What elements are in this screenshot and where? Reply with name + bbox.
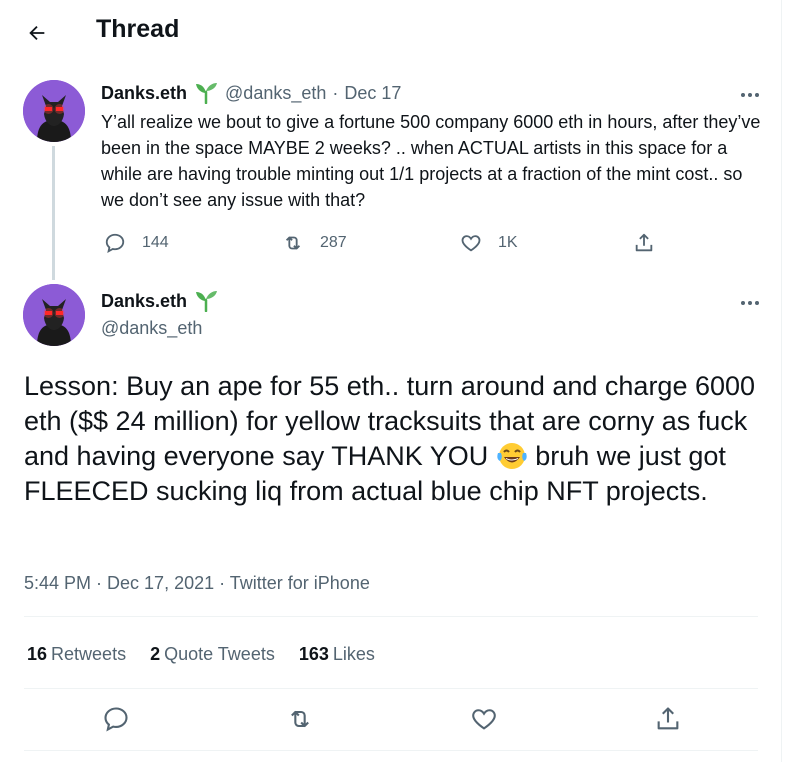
share-icon xyxy=(657,707,679,730)
retweet-button[interactable] xyxy=(285,704,315,734)
like-button[interactable]: 1K xyxy=(460,232,518,254)
avatar-image xyxy=(23,284,85,346)
reply-icon xyxy=(105,233,125,254)
reply-icon xyxy=(104,707,128,732)
like-count: 1K xyxy=(498,234,518,251)
divider xyxy=(24,616,758,617)
retweets-stat[interactable]: 16 Retweets xyxy=(27,644,126,665)
main-tweet-author: Danks.eth xyxy=(101,290,219,312)
share-button[interactable] xyxy=(653,704,683,734)
reply-button[interactable]: 144 xyxy=(104,232,169,254)
tweet-timestamp[interactable]: 5:44 PM · Dec 17, 2021 · Twitter for iPh… xyxy=(24,573,370,594)
more-options-button[interactable] xyxy=(738,294,762,312)
reply-button[interactable] xyxy=(101,704,131,734)
share-icon xyxy=(635,233,653,252)
quote-tweets-label: Quote Tweets xyxy=(164,644,275,664)
likes-stat[interactable]: 163 Likes xyxy=(299,644,375,665)
face-with-tears-of-joy-icon xyxy=(497,443,527,469)
more-dot xyxy=(748,93,752,97)
main-tweet-text: Lesson: Buy an ape for 55 eth.. turn aro… xyxy=(24,369,774,509)
page-title: Thread xyxy=(96,15,180,43)
quote-tweets-count: 2 xyxy=(150,644,161,664)
author-handle[interactable]: @danks_eth xyxy=(225,83,326,104)
more-dot xyxy=(748,301,752,305)
divider xyxy=(24,688,758,689)
tweet-date[interactable]: Dec 17 xyxy=(344,83,401,104)
separator-dot: · xyxy=(332,82,339,103)
heart-icon xyxy=(461,235,481,252)
share-button[interactable] xyxy=(633,232,671,254)
heart-icon xyxy=(472,709,496,730)
more-options-button[interactable] xyxy=(738,86,762,104)
avatar[interactable] xyxy=(23,80,85,142)
more-dot xyxy=(741,301,745,305)
retweets-count: 16 xyxy=(27,644,48,664)
thread-connector-line xyxy=(52,146,55,280)
likes-count: 163 xyxy=(298,644,329,664)
sprout-icon xyxy=(196,291,218,312)
parent-tweet-header: Danks.eth @danks_eth · Dec 17 xyxy=(101,82,401,104)
more-dot xyxy=(755,301,759,305)
author-handle[interactable]: @danks_eth xyxy=(101,318,202,339)
quote-tweets-stat[interactable]: 2 Quote Tweets xyxy=(150,644,275,665)
retweet-button[interactable]: 287 xyxy=(282,232,347,254)
engagement-stats: 16 Retweets 2 Quote Tweets 163 Likes xyxy=(27,644,375,665)
thread-header: Thread xyxy=(0,0,782,64)
arrow-left-icon xyxy=(29,25,45,41)
retweet-icon xyxy=(285,236,301,250)
author-name[interactable]: Danks.eth xyxy=(101,291,187,312)
author-name[interactable]: Danks.eth xyxy=(101,83,187,104)
avatar-image xyxy=(23,80,85,142)
more-dot xyxy=(741,93,745,97)
parent-tweet-text: Y’all realize we bout to give a fortune … xyxy=(101,112,761,210)
retweet-count: 287 xyxy=(320,234,347,251)
avatar[interactable] xyxy=(23,284,85,346)
likes-label: Likes xyxy=(332,644,375,664)
more-dot xyxy=(755,93,759,97)
reply-count: 144 xyxy=(142,234,169,251)
divider xyxy=(24,750,758,751)
back-button[interactable] xyxy=(20,16,54,50)
retweets-label: Retweets xyxy=(51,644,127,664)
like-button[interactable] xyxy=(469,704,499,734)
sprout-icon xyxy=(196,83,218,104)
thread-view: Thread Danks.eth @danks_eth · Dec 17 Y’a… xyxy=(0,0,782,762)
retweet-icon xyxy=(291,710,309,728)
